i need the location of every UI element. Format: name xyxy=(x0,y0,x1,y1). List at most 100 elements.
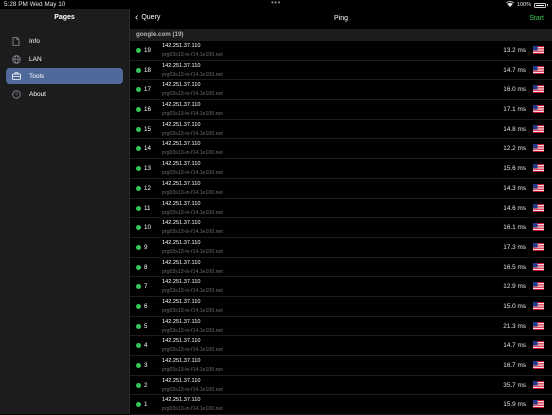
battery-percent: 100% xyxy=(516,2,531,8)
hostname: prg03s13-in-f14.1e100.net xyxy=(162,268,223,275)
response-time: 16.5 ms xyxy=(503,263,526,271)
response-time: 16.0 ms xyxy=(503,86,526,94)
response-time: 13.2 ms xyxy=(503,47,526,54)
ip-address: 142.251.37.110 xyxy=(162,377,201,384)
ping-row[interactable]: 2 142.251.37.110 prg03s13-in-f14.1e100.net… xyxy=(130,376,552,396)
sequence-number: 13 xyxy=(144,165,151,173)
response-time: 21.3 ms xyxy=(503,322,526,330)
ping-row[interactable]: 12 142.251.37.110 prg03s13-in-f14.1e100.ne… xyxy=(130,179,552,199)
us-flag-icon xyxy=(533,223,544,232)
ip-address: 142.251.37.110 xyxy=(162,279,201,286)
green-dot-icon xyxy=(136,107,141,113)
response-time: 14.7 ms xyxy=(503,342,526,350)
ping-row[interactable]: 9 142.251.37.110 prg03s13-in-f14.1e100.net… xyxy=(130,238,552,258)
ip-address: 142.251.37.110 xyxy=(162,298,201,305)
ping-row[interactable]: 5 142.251.37.110 prg03s13-in-f14.1e100.net… xyxy=(130,317,552,337)
sidebar-title: Pages xyxy=(54,14,75,21)
hostname: prg03s13-in-f14.1e100.net xyxy=(162,288,223,295)
ping-row[interactable]: 3 142.251.37.110 prg03s13-in-f14.1e100.net… xyxy=(130,356,552,376)
question-circle-icon: ? xyxy=(11,89,21,99)
sidebar-item-tools[interactable]: Tools xyxy=(6,68,123,84)
ping-row[interactable]: 7 142.251.37.110 prg03s13-in-f14.1e100.net… xyxy=(130,277,552,297)
response-time: 17.1 ms xyxy=(503,106,526,114)
us-flag-icon xyxy=(533,85,544,94)
page-title: Ping xyxy=(333,15,348,22)
sidebar-item-lan[interactable]: LAN xyxy=(6,51,123,67)
sidebar-item-about[interactable]: ? About xyxy=(6,86,123,102)
us-flag-icon xyxy=(533,65,544,74)
sidebar-item-label: LAN xyxy=(29,55,42,63)
response-time: 16.1 ms xyxy=(503,224,526,232)
ip-address: 142.251.37.110 xyxy=(162,82,201,89)
ip-address: 142.251.37.110 xyxy=(162,318,201,325)
hostname: prg03s13-in-f14.1e100.net xyxy=(162,347,223,354)
us-flag-icon xyxy=(533,361,544,369)
sequence-number: 6 xyxy=(144,302,148,310)
response-time: 16.7 ms xyxy=(503,362,526,369)
ping-row[interactable]: 11 142.251.37.110 prg03s13-in-f14.1e100.ne… xyxy=(130,199,552,219)
ping-row[interactable]: 8 142.251.37.110 prg03s13-in-f14.1e100.net… xyxy=(130,258,552,278)
us-flag-icon xyxy=(533,380,544,389)
hostname: prg03s13-in-f14.1e100.net xyxy=(162,150,223,157)
ping-row[interactable]: 19 142.251.37.110 prg03s13-in-f14.1e100.ne… xyxy=(130,41,552,61)
response-time: 14.3 ms xyxy=(503,184,526,192)
sequence-number: 17 xyxy=(144,86,151,94)
ping-row[interactable]: 14 142.251.37.110 prg03s13-in-f14.1e100.ne… xyxy=(130,139,552,160)
us-flag-icon xyxy=(533,124,544,133)
ping-row[interactable]: 10 142.251.37.110 prg03s13-in-f14.1e100.ne… xyxy=(130,218,552,238)
ip-address: 142.251.37.110 xyxy=(162,141,201,148)
green-dot-icon xyxy=(136,363,141,368)
green-dot-icon xyxy=(136,382,141,388)
hostname: prg03s13-in-f14.1e100.net xyxy=(162,91,223,98)
sidebar-item-label: Tools xyxy=(29,72,45,80)
ping-row[interactable]: 4 142.251.37.110 prg03s13-in-f14.1e100.net… xyxy=(130,336,552,356)
sequence-number: 3 xyxy=(144,362,148,369)
main-panel: ‹ Query Ping Start google.com (19) 19 142… xyxy=(130,9,552,415)
ip-address: 142.251.37.110 xyxy=(162,338,201,345)
us-flag-icon xyxy=(533,164,544,173)
status-bar: 5:28 PM Wed May 10 ••• 100% xyxy=(0,0,552,9)
hostname: prg03s13-in-f14.1e100.net xyxy=(162,367,223,373)
sequence-number: 18 xyxy=(144,66,151,74)
response-time: 14.7 ms xyxy=(503,66,526,74)
response-time: 12.2 ms xyxy=(503,145,526,153)
ping-row[interactable]: 15 142.251.37.110 prg03s13-in-f14.1e100.ne… xyxy=(130,120,552,140)
us-flag-icon xyxy=(533,242,544,251)
response-time: 14.8 ms xyxy=(503,125,526,133)
sequence-number: 16 xyxy=(144,106,151,114)
ping-row[interactable]: 18 142.251.37.110 prg03s13-in-f14.1e100.ne… xyxy=(130,61,552,81)
hostname: prg03s13-in-f14.1e100.net xyxy=(162,71,223,78)
sequence-number: 2 xyxy=(144,381,148,389)
us-flag-icon xyxy=(533,262,544,271)
green-dot-icon xyxy=(136,205,141,211)
navigation-bar: ‹ Query Ping Start xyxy=(130,9,552,29)
ping-row[interactable]: 13 142.251.37.110 prg03s13-in-f14.1e100.ne… xyxy=(130,159,552,179)
ping-row[interactable]: 6 142.251.37.110 prg03s13-in-f14.1e100.net… xyxy=(130,297,552,317)
ping-row[interactable]: 17 142.251.37.110 prg03s13-in-f14.1e100.ne… xyxy=(130,80,552,101)
green-dot-icon xyxy=(136,284,141,290)
sequence-number: 1 xyxy=(144,401,148,409)
ip-address: 142.251.37.110 xyxy=(162,161,201,168)
ping-row[interactable]: 1 142.251.37.110 prg03s13-in-f14.1e100.net… xyxy=(130,395,552,415)
start-button[interactable]: Start xyxy=(529,15,544,22)
sidebar: Pages Info LAN Tools ? About xyxy=(0,9,130,414)
ip-address: 142.251.37.110 xyxy=(162,358,201,364)
hostname: prg03s13-in-f14.1e100.net xyxy=(162,229,223,236)
response-time: 14.6 ms xyxy=(503,204,526,212)
ping-results-list[interactable]: 1 9 142.251.37.110 prg03s13-in-f14.1e100.ne… xyxy=(130,41,552,415)
hostname: prg03s13-in-f14.1e100.net xyxy=(162,52,223,58)
document-icon xyxy=(11,36,21,46)
ping-row[interactable]: 16 142.251.37.110 prg03s13-in-f14.1e100.ne… xyxy=(130,100,552,120)
multitask-dots-icon[interactable]: ••• xyxy=(271,0,281,7)
status-right: 100% xyxy=(505,1,548,9)
ip-address: 142.251.37.110 xyxy=(162,43,201,49)
hostname: prg03s13-in-f14.1e100.net xyxy=(162,130,223,137)
sidebar-item-info[interactable]: Info xyxy=(6,33,123,49)
hostname: prg03s13-in-f14.1e100.net xyxy=(162,307,223,314)
green-dot-icon xyxy=(136,67,141,73)
response-time: 35.7 ms xyxy=(503,381,526,389)
ip-address: 142.251.37.110 xyxy=(162,180,201,187)
green-dot-icon xyxy=(136,225,141,231)
sequence-number: 8 xyxy=(144,263,148,271)
hostname: prg03s13-in-f14.1e100.net xyxy=(162,189,223,196)
